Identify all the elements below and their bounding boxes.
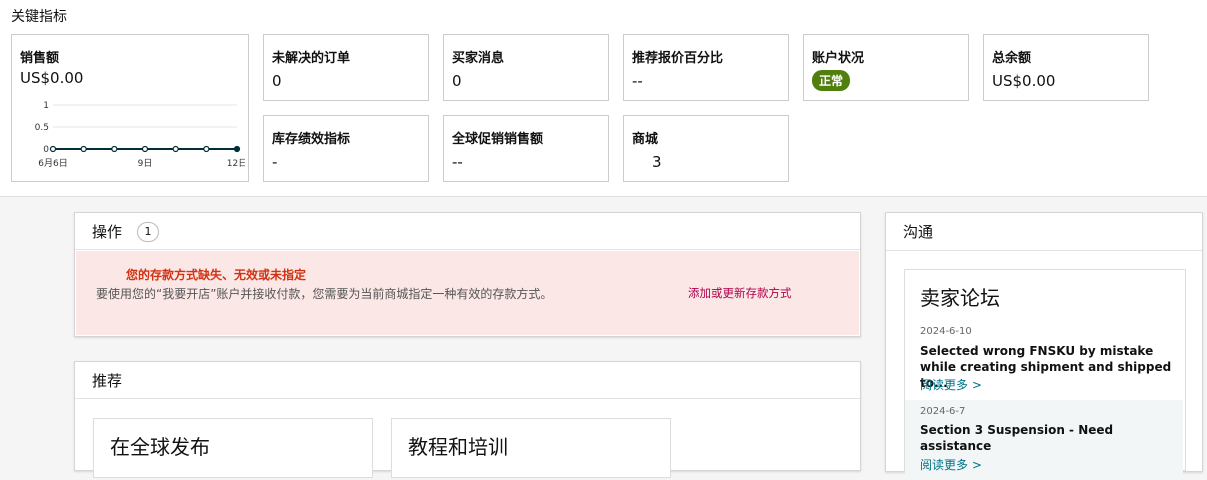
buyer-messages-card[interactable]: 买家消息 0 [443, 34, 609, 101]
sales-title: 销售额 [20, 51, 60, 66]
deposit-method-alert: 您的存款方式缺失、无效或未指定 要使用您的“我要开店”账户并接收付款，您需要为当… [76, 251, 859, 335]
marketplaces-card[interactable]: 商城 3 [623, 115, 789, 182]
global-publish-card[interactable]: 在全球发布 [93, 418, 373, 478]
buyer-messages-title: 买家消息 [452, 51, 505, 66]
chart-data-point [49, 145, 57, 153]
featured-offer-title: 推荐报价百分比 [632, 51, 724, 66]
inventory-card[interactable]: 库存绩效指标 - [263, 115, 429, 182]
alert-title: 您的存款方式缺失、无效或未指定 [126, 268, 307, 282]
chart-data-point [111, 145, 118, 153]
seller-forum-widget: 卖家论坛 2024-6-10 Selected wrong FNSKU by m… [904, 269, 1186, 480]
chart-data-point [203, 145, 210, 153]
chart-x-tick-label: 6月6日 [38, 158, 67, 169]
recommendations-title: 推荐 [92, 372, 123, 390]
recommendations-header: 推荐 [75, 362, 860, 399]
actions-header: 操作 1 [75, 213, 860, 250]
forum-post[interactable]: 2024-6-7 Section 3 Suspension - Need ass… [905, 400, 1183, 480]
total-balance-value: US$0.00 [992, 72, 1056, 90]
read-more-link[interactable]: 阅读更多 > [920, 456, 982, 473]
forum-post[interactable]: 2024-6-10 Selected wrong FNSKU by mistak… [905, 320, 1183, 400]
sales-value: US$0.00 [20, 69, 84, 87]
recommendations-panel: 推荐 在全球发布 教程和培训 [74, 361, 861, 478]
chart-data-point [233, 145, 241, 153]
sales-card[interactable]: 销售额 US$0.00 1 0.5 0 6月6日 9日 12日 [11, 34, 249, 182]
marketplaces-title: 商城 [632, 132, 659, 147]
kpi-section: 关键指标 销售额 US$0.00 1 0.5 0 6月6日 9日 12日 未解决的订单 … [0, 0, 1207, 197]
featured-offer-value: -- [632, 72, 643, 90]
inventory-title: 库存绩效指标 [272, 132, 351, 147]
account-health-status-badge: 正常 [812, 70, 851, 91]
communication-header: 沟通 [886, 213, 1202, 251]
account-health-title: 账户状况 [812, 51, 865, 66]
featured-offer-card[interactable]: 推荐报价百分比 -- [623, 34, 789, 101]
chart-data-point [172, 145, 179, 153]
chart-x-tick-label: 9日 [138, 158, 153, 169]
kpi-heading: 关键指标 [11, 9, 67, 25]
inventory-value: - [272, 153, 278, 171]
chart-data-point [80, 145, 87, 153]
global-publish-title: 在全球发布 [110, 435, 210, 459]
chart-y-tick-label: 0 [43, 145, 49, 155]
communication-title: 沟通 [903, 223, 934, 241]
account-health-card[interactable]: 账户状况 正常 [803, 34, 969, 101]
update-deposit-method-link[interactable]: 添加或更新存款方式 [688, 285, 792, 301]
post-title[interactable]: Section 3 Suspension - Need assistance [920, 422, 1175, 454]
global-promo-card[interactable]: 全球促销销售额 -- [443, 115, 609, 182]
buyer-messages-value: 0 [452, 72, 462, 90]
tutorials-title: 教程和培训 [408, 435, 508, 459]
sales-chart: 1 0.5 0 6月6日 9日 12日 [35, 101, 245, 169]
seller-forum-title: 卖家论坛 [920, 286, 1000, 310]
chart-x-tick-label: 12日 [227, 158, 245, 169]
alert-body: 要使用您的“我要开店”账户并接收付款，您需要为当前商城指定一种有效的存款方式。 [96, 287, 553, 301]
total-balance-card[interactable]: 总余额 US$0.00 [983, 34, 1149, 101]
actions-panel: 操作 1 您的存款方式缺失、无效或未指定 要使用您的“我要开店”账户并接收付款，… [74, 212, 861, 337]
post-date: 2024-6-10 [920, 326, 972, 337]
tutorials-card[interactable]: 教程和培训 [391, 418, 671, 478]
open-orders-value: 0 [272, 72, 282, 90]
post-date: 2024-6-7 [920, 406, 966, 417]
global-promo-title: 全球促销销售额 [452, 132, 544, 147]
read-more-link[interactable]: 阅读更多 > [920, 376, 982, 393]
actions-title: 操作 [92, 223, 123, 241]
communication-panel: 沟通 卖家论坛 2024-6-10 Selected wrong FNSKU b… [885, 212, 1203, 480]
open-orders-card[interactable]: 未解决的订单 0 [263, 34, 429, 101]
chart-y-tick-label: 0.5 [35, 123, 49, 133]
actions-count-badge: 1 [137, 222, 159, 242]
chart-y-tick-label: 1 [43, 101, 49, 111]
total-balance-title: 总余额 [992, 51, 1032, 66]
marketplaces-value: 3 [652, 153, 662, 171]
chart-data-point [141, 145, 149, 153]
global-promo-value: -- [452, 153, 463, 171]
open-orders-title: 未解决的订单 [272, 51, 351, 66]
